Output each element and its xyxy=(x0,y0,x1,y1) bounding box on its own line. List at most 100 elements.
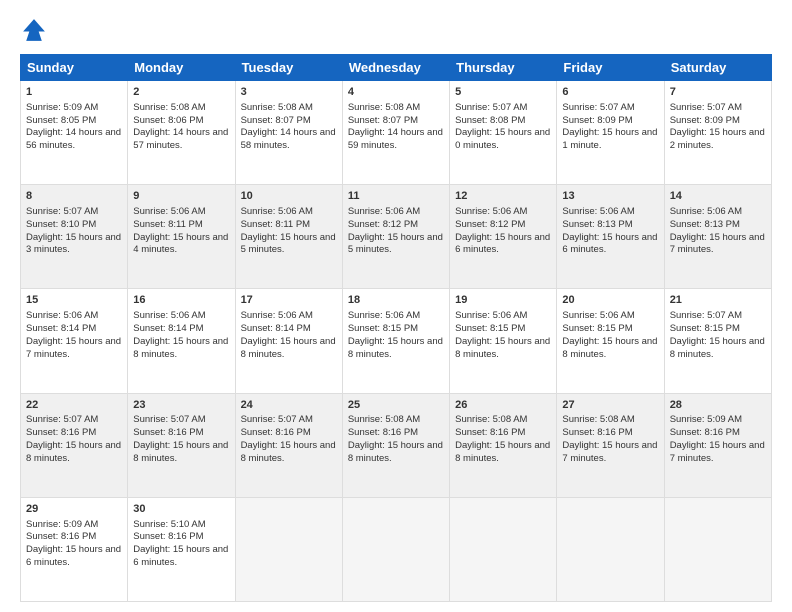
daylight: Daylight: 15 hours and 8 minutes. xyxy=(133,336,228,360)
sunset: Sunset: 8:14 PM xyxy=(133,323,203,334)
calendar-week-row: 29Sunrise: 5:09 AMSunset: 8:16 PMDayligh… xyxy=(21,497,772,601)
calendar-cell: 18Sunrise: 5:06 AMSunset: 8:15 PMDayligh… xyxy=(342,289,449,393)
sunrise: Sunrise: 5:08 AM xyxy=(562,414,634,425)
calendar-week-row: 8Sunrise: 5:07 AMSunset: 8:10 PMDaylight… xyxy=(21,185,772,289)
day-number: 7 xyxy=(670,85,766,100)
calendar-cell: 25Sunrise: 5:08 AM Sunset: 8:16 PM Dayligh… xyxy=(342,393,449,497)
calendar-cell: 17Sunrise: 5:06 AMSunset: 8:14 PMDayligh… xyxy=(235,289,342,393)
calendar-cell: 12Sunrise: 5:06 AMSunset: 8:12 PMDayligh… xyxy=(450,185,557,289)
sunrise: Sunrise: 5:06 AM xyxy=(241,310,313,321)
calendar-table: SundayMondayTuesdayWednesdayThursdayFrid… xyxy=(20,54,772,602)
sunset: Sunset: 8:16 PM xyxy=(455,427,525,438)
calendar-cell xyxy=(450,497,557,601)
sunset: Sunset: 8:16 PM xyxy=(348,427,418,438)
sunset: Sunset: 8:11 PM xyxy=(133,219,203,230)
sunset: Sunset: 8:14 PM xyxy=(241,323,311,334)
calendar-cell: 15Sunrise: 5:06 AMSunset: 8:14 PMDayligh… xyxy=(21,289,128,393)
daylight: Daylight: 15 hours and 7 minutes. xyxy=(670,232,765,256)
day-number: 25 xyxy=(348,398,444,413)
sunrise: Sunrise: 5:07 AM xyxy=(455,102,527,113)
weekday-header-saturday: Saturday xyxy=(664,55,771,81)
sunrise: Sunrise: 5:07 AM xyxy=(670,102,742,113)
calendar-cell: 22Sunrise: 5:07 AMSunset: 8:16 PMDayligh… xyxy=(21,393,128,497)
day-number: 14 xyxy=(670,189,766,204)
daylight: Daylight: 15 hours and 8 minutes. xyxy=(348,440,443,464)
daylight: Daylight: 15 hours and 5 minutes. xyxy=(348,232,443,256)
day-number: 24 xyxy=(241,398,337,413)
day-number: 22 xyxy=(26,398,122,413)
day-number: 13 xyxy=(562,189,658,204)
daylight: Daylight: 15 hours and 6 minutes. xyxy=(455,232,550,256)
daylight: Daylight: 15 hours and 8 minutes. xyxy=(455,440,550,464)
sunset: Sunset: 8:16 PM xyxy=(670,427,740,438)
sunset: Sunset: 8:15 PM xyxy=(670,323,740,334)
sunset: Sunset: 8:07 PM xyxy=(241,115,311,126)
daylight: Daylight: 15 hours and 6 minutes. xyxy=(133,544,228,568)
weekday-header-thursday: Thursday xyxy=(450,55,557,81)
day-number: 8 xyxy=(26,189,122,204)
day-number: 26 xyxy=(455,398,551,413)
sunset: Sunset: 8:12 PM xyxy=(348,219,418,230)
sunrise: Sunrise: 5:08 AM xyxy=(348,102,420,113)
calendar-cell: 16Sunrise: 5:06 AMSunset: 8:14 PMDayligh… xyxy=(128,289,235,393)
day-number: 10 xyxy=(241,189,337,204)
day-number: 11 xyxy=(348,189,444,204)
daylight: Daylight: 15 hours and 8 minutes. xyxy=(241,336,336,360)
calendar-cell xyxy=(664,497,771,601)
calendar-cell: 27Sunrise: 5:08 AMSunset: 8:16 PMDayligh… xyxy=(557,393,664,497)
weekday-header-wednesday: Wednesday xyxy=(342,55,449,81)
day-number: 12 xyxy=(455,189,551,204)
day-number: 3 xyxy=(241,85,337,100)
daylight: Daylight: 15 hours and 8 minutes. xyxy=(133,440,228,464)
sunset: Sunset: 8:08 PM xyxy=(455,115,525,126)
calendar-cell: 20Sunrise: 5:06 AMSunset: 8:15 PMDayligh… xyxy=(557,289,664,393)
sunrise: Sunrise: 5:06 AM xyxy=(348,310,420,321)
sunrise: Sunrise: 5:08 AM xyxy=(241,102,313,113)
sunrise: Sunrise: 5:08 AM xyxy=(348,414,420,425)
daylight: Daylight: 15 hours and 2 minutes. xyxy=(670,127,765,151)
sunset: Sunset: 8:09 PM xyxy=(670,115,740,126)
sunrise: Sunrise: 5:06 AM xyxy=(133,206,205,217)
day-number: 9 xyxy=(133,189,229,204)
calendar-cell: 28Sunrise: 5:09 AMSunset: 8:16 PMDayligh… xyxy=(664,393,771,497)
day-number: 19 xyxy=(455,293,551,308)
calendar-cell: 30Sunrise: 5:10 AMSunset: 8:16 PMDayligh… xyxy=(128,497,235,601)
sunset: Sunset: 8:14 PM xyxy=(26,323,96,334)
calendar-cell: 8Sunrise: 5:07 AMSunset: 8:10 PMDaylight… xyxy=(21,185,128,289)
sunrise: Sunrise: 5:09 AM xyxy=(670,414,742,425)
sunset: Sunset: 8:11 PM xyxy=(241,219,311,230)
sunrise: Sunrise: 5:07 AM xyxy=(26,414,98,425)
calendar-cell: 1Sunrise: 5:09 AMSunset: 8:05 PMDaylight… xyxy=(21,81,128,185)
sunrise: Sunrise: 5:07 AM xyxy=(26,206,98,217)
calendar-cell: 19Sunrise: 5:06 AMSunset: 8:15 PMDayligh… xyxy=(450,289,557,393)
calendar-cell: 2Sunrise: 5:08 AMSunset: 8:06 PMDaylight… xyxy=(128,81,235,185)
calendar-cell: 14 Sunrise: 5:06 AM Sunset: 8:13 PM Dayligh… xyxy=(664,185,771,289)
calendar-cell: 29Sunrise: 5:09 AMSunset: 8:16 PMDayligh… xyxy=(21,497,128,601)
sunrise: Sunrise: 5:09 AM xyxy=(26,102,98,113)
weekday-header-monday: Monday xyxy=(128,55,235,81)
calendar-cell: 11Sunrise: 5:06 AMSunset: 8:12 PMDayligh… xyxy=(342,185,449,289)
day-number: 27 xyxy=(562,398,658,413)
day-number: 6 xyxy=(562,85,658,100)
daylight: Daylight: 15 hours and 4 minutes. xyxy=(133,232,228,256)
daylight: Daylight: 15 hours and 8 minutes. xyxy=(562,336,657,360)
header xyxy=(20,16,772,44)
day-number: 20 xyxy=(562,293,658,308)
calendar-cell: 10Sunrise: 5:06 AMSunset: 8:11 PMDayligh… xyxy=(235,185,342,289)
calendar-cell: 6Sunrise: 5:07 AMSunset: 8:09 PMDaylight… xyxy=(557,81,664,185)
day-number: 30 xyxy=(133,502,229,517)
sunrise: Sunrise: 5:09 AM xyxy=(26,519,98,530)
weekday-header-tuesday: Tuesday xyxy=(235,55,342,81)
sunset: Sunset: 8:13 PM xyxy=(670,219,740,230)
sunrise: Sunrise: 5:06 AM xyxy=(670,206,742,217)
sunrise: Sunrise: 5:07 AM xyxy=(562,102,634,113)
day-number: 15 xyxy=(26,293,122,308)
day-number: 5 xyxy=(455,85,551,100)
daylight: Daylight: 15 hours and 6 minutes. xyxy=(562,232,657,256)
sunset: Sunset: 8:15 PM xyxy=(348,323,418,334)
daylight: Daylight: 15 hours and 8 minutes. xyxy=(241,440,336,464)
day-number: 23 xyxy=(133,398,229,413)
sunrise: Sunrise: 5:07 AM xyxy=(241,414,313,425)
sunrise: Sunrise: 5:06 AM xyxy=(241,206,313,217)
daylight: Daylight: 15 hours and 8 minutes. xyxy=(670,336,765,360)
